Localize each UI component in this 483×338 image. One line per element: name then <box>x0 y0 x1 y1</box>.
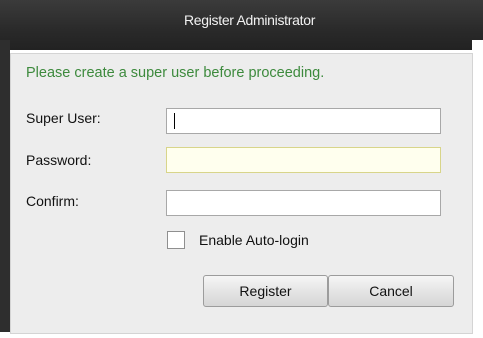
instruction-message: Please create a super user before procee… <box>26 65 325 81</box>
window-frame-right <box>472 40 483 338</box>
super-user-input[interactable] <box>166 108 441 134</box>
confirm-label: Confirm: <box>26 193 79 209</box>
auto-login-checkbox[interactable] <box>167 231 185 249</box>
register-button[interactable]: Register <box>203 275 328 307</box>
title-bar: Register Administrator <box>0 0 483 50</box>
dialog-title: Register Administrator <box>183 12 316 28</box>
window-frame-left <box>0 40 10 338</box>
confirm-password-input[interactable] <box>166 190 441 216</box>
password-input[interactable] <box>166 147 441 173</box>
password-label: Password: <box>26 152 92 168</box>
auto-login-label[interactable]: Enable Auto-login <box>199 232 309 248</box>
cancel-button[interactable]: Cancel <box>328 275 454 307</box>
register-administrator-dialog: Register Administrator Please create a s… <box>0 0 483 338</box>
super-user-label: Super User: <box>26 110 101 126</box>
text-caret <box>174 113 175 129</box>
